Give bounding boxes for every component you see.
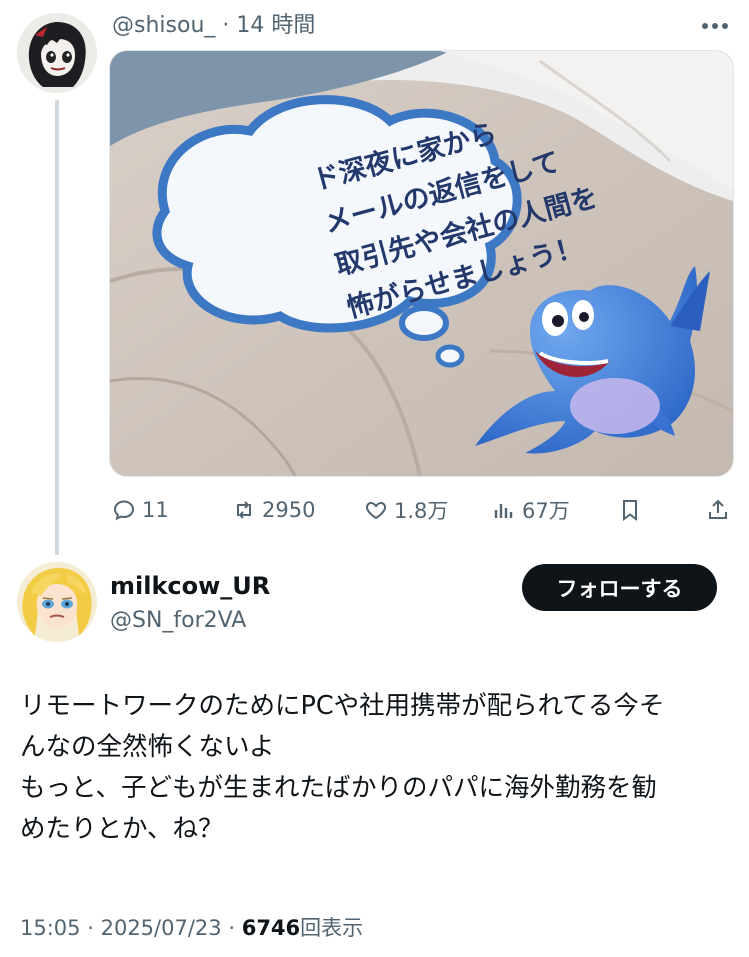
tweet-header: @shisou_ · 14 時間 <box>112 12 315 40</box>
tweet-text-line: リモートワークのためにPCや社用携帯が配られてる今そ <box>20 691 665 721</box>
bookmark-button[interactable] <box>618 492 642 528</box>
separator-dot: · <box>222 13 230 38</box>
repost-icon <box>237 501 251 519</box>
tweet-text: リモートワークのためにPCや社用携帯が配られてる今そ んなの全然怖くないよ もっ… <box>20 686 735 850</box>
view-count-suffix: 回表示 <box>300 916 364 940</box>
author-display-name[interactable]: milkcow_UR <box>110 570 270 602</box>
more-options-icon[interactable] <box>700 14 734 38</box>
reply-count: 11 <box>142 498 169 522</box>
views-icon <box>494 504 513 518</box>
tweet-image[interactable]: ド深夜に家から メールの返信をして 取引先や会社の人間を 怖がらせましょう！ <box>109 50 734 477</box>
reply-icon <box>113 500 135 521</box>
like-count: 1.8万 <box>394 499 449 523</box>
avatar[interactable] <box>17 562 97 642</box>
views-button[interactable]: 67万 <box>492 492 570 528</box>
tweet-action-bar: 11 2950 1.8万 67万 <box>112 492 732 528</box>
tweet-date[interactable]: 2025/07/23 <box>101 916 222 940</box>
reply-button[interactable]: 11 <box>112 492 169 528</box>
tweet-metadata: 15:05 · 2025/07/23 · 6746回表示 <box>20 913 363 943</box>
tweet-text-line: めたりとか、ね？ <box>20 814 224 844</box>
thread-connector-line <box>55 100 59 555</box>
tweet-time[interactable]: 15:05 <box>20 916 81 940</box>
avatar-blonde-character-image <box>17 562 97 642</box>
author-handle[interactable]: @shisou_ <box>112 13 215 38</box>
tweet-text-line: んなの全然怖くないよ <box>20 732 275 762</box>
tweet-text-line: もっと、子どもが生まれたばかりのパパに海外勤務を勧 <box>20 773 657 803</box>
separator-dot: · <box>228 916 236 940</box>
repost-button[interactable]: 2950 <box>232 492 315 528</box>
share-icon <box>709 499 727 519</box>
avatar[interactable] <box>17 13 97 93</box>
author-handle[interactable]: @SN_for2VA <box>110 606 246 636</box>
tweet-time[interactable]: 14 時間 <box>236 13 315 38</box>
follow-button[interactable]: フォローする <box>522 564 717 611</box>
like-button[interactable]: 1.8万 <box>364 492 448 528</box>
share-button[interactable] <box>706 492 730 528</box>
repost-count: 2950 <box>262 498 316 522</box>
bookmark-icon <box>623 500 637 521</box>
view-count: 6746 <box>241 916 301 940</box>
view-count: 67万 <box>522 499 570 523</box>
avatar-anime-girl-image <box>17 13 97 93</box>
like-icon <box>365 501 387 520</box>
separator-dot: · <box>87 916 94 940</box>
